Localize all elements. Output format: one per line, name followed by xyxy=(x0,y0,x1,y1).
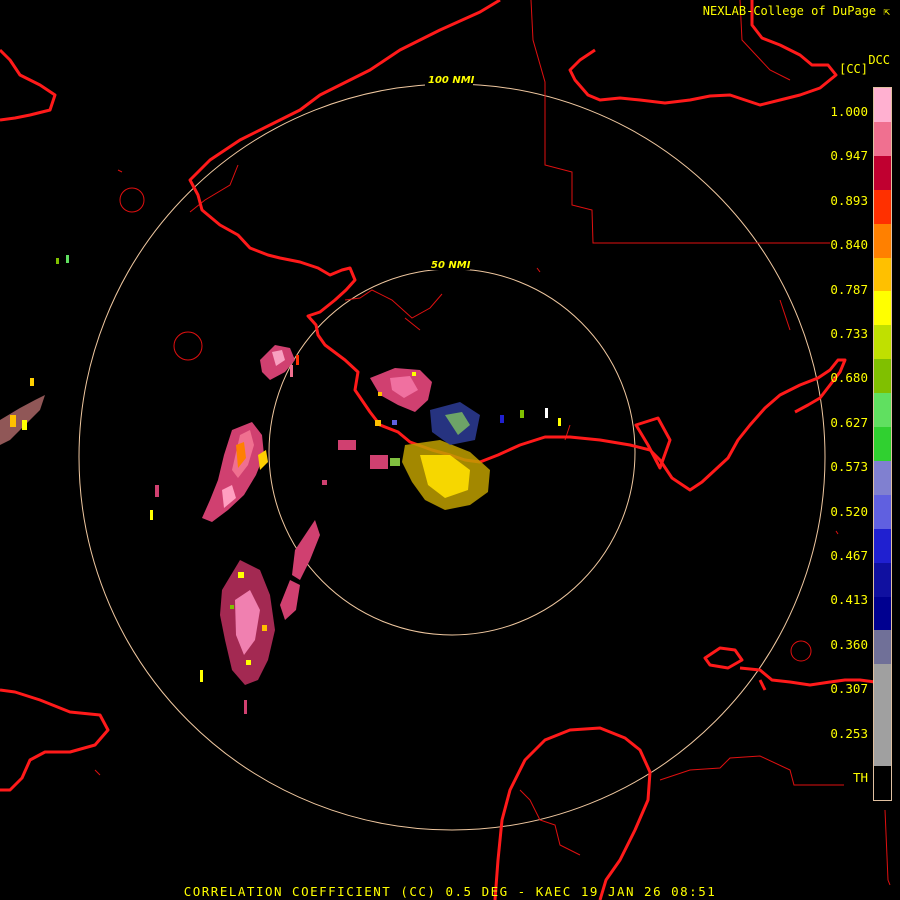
echo-cluster-center xyxy=(322,402,561,510)
colorbar-tick-label: 0.893 xyxy=(830,192,868,208)
colorbar-tick-label: 0.947 xyxy=(830,148,868,164)
colorbar-tick-label: 0.840 xyxy=(830,237,868,253)
cursor-arrow-icon: ⇱ xyxy=(883,5,890,18)
echo-cluster-edge xyxy=(0,255,69,445)
colorbar-tick-label: 0.520 xyxy=(830,503,868,519)
colorbar-segment xyxy=(874,257,891,293)
colorbar-segment xyxy=(874,664,891,700)
colorbar-segment xyxy=(874,766,891,800)
radar-echoes xyxy=(0,255,561,714)
radar-map: 100 NMI 50 NMI xyxy=(0,0,891,900)
colorbar-segment xyxy=(874,630,891,666)
colorbar-segment xyxy=(874,121,891,157)
colorbar-segment xyxy=(874,460,891,496)
colorbar-segment xyxy=(874,698,891,734)
colorbar-tick-label: 0.360 xyxy=(830,636,868,652)
colorbar-segment xyxy=(874,393,891,429)
ring-label-50nmi: 50 NMI xyxy=(431,260,471,271)
colorbar-segment xyxy=(874,359,891,395)
colorbar-segment xyxy=(874,88,891,123)
colorbar-segment xyxy=(874,155,891,191)
ring-label-100nmi: 100 NMI xyxy=(428,75,475,86)
colorbar-tick-label: 0.787 xyxy=(830,281,868,297)
colorbar-segment xyxy=(874,494,891,530)
colorbar-tick-labels: 1.000 0.947 0.893 0.840 0.787 0.733 0.680 0.627… xyxy=(808,0,868,900)
colorbar xyxy=(873,87,892,801)
colorbar-tick-label: 0.253 xyxy=(830,725,868,741)
product-code: DCC xyxy=(868,53,890,67)
echo-cluster-north xyxy=(370,368,432,412)
colorbar-tick-label: 0.680 xyxy=(830,370,868,386)
colorbar-tick-label: 0.573 xyxy=(830,459,868,475)
colorbar-segment xyxy=(874,528,891,564)
colorbar-tick-label: 0.413 xyxy=(830,592,868,608)
product-footer: CORRELATION COEFFICIENT (CC) 0.5 DEG - K… xyxy=(183,884,717,899)
colorbar-tick-label: TH xyxy=(852,770,868,785)
colorbar-tick-label: 0.467 xyxy=(830,548,868,563)
echo-cluster-southwest xyxy=(150,485,320,714)
colorbar-tick-label: 0.307 xyxy=(830,681,868,697)
echo-cluster-northwest xyxy=(260,345,299,380)
colorbar-tick-label: 1.000 xyxy=(830,104,868,119)
colorbar-segment xyxy=(874,562,891,598)
colorbar-segment xyxy=(874,291,891,327)
echo-cluster-west xyxy=(202,422,268,522)
colorbar-segment xyxy=(874,596,891,632)
colorbar-segment xyxy=(874,427,891,463)
colorbar-segment xyxy=(874,223,891,259)
colorbar-segment xyxy=(874,189,891,225)
colorbar-tick-label: 0.733 xyxy=(830,326,868,341)
colorbar-tick-label: 0.627 xyxy=(830,414,868,430)
colorbar-segment xyxy=(874,732,891,768)
county-lines xyxy=(94,0,891,886)
colorbar-segment xyxy=(874,325,891,361)
